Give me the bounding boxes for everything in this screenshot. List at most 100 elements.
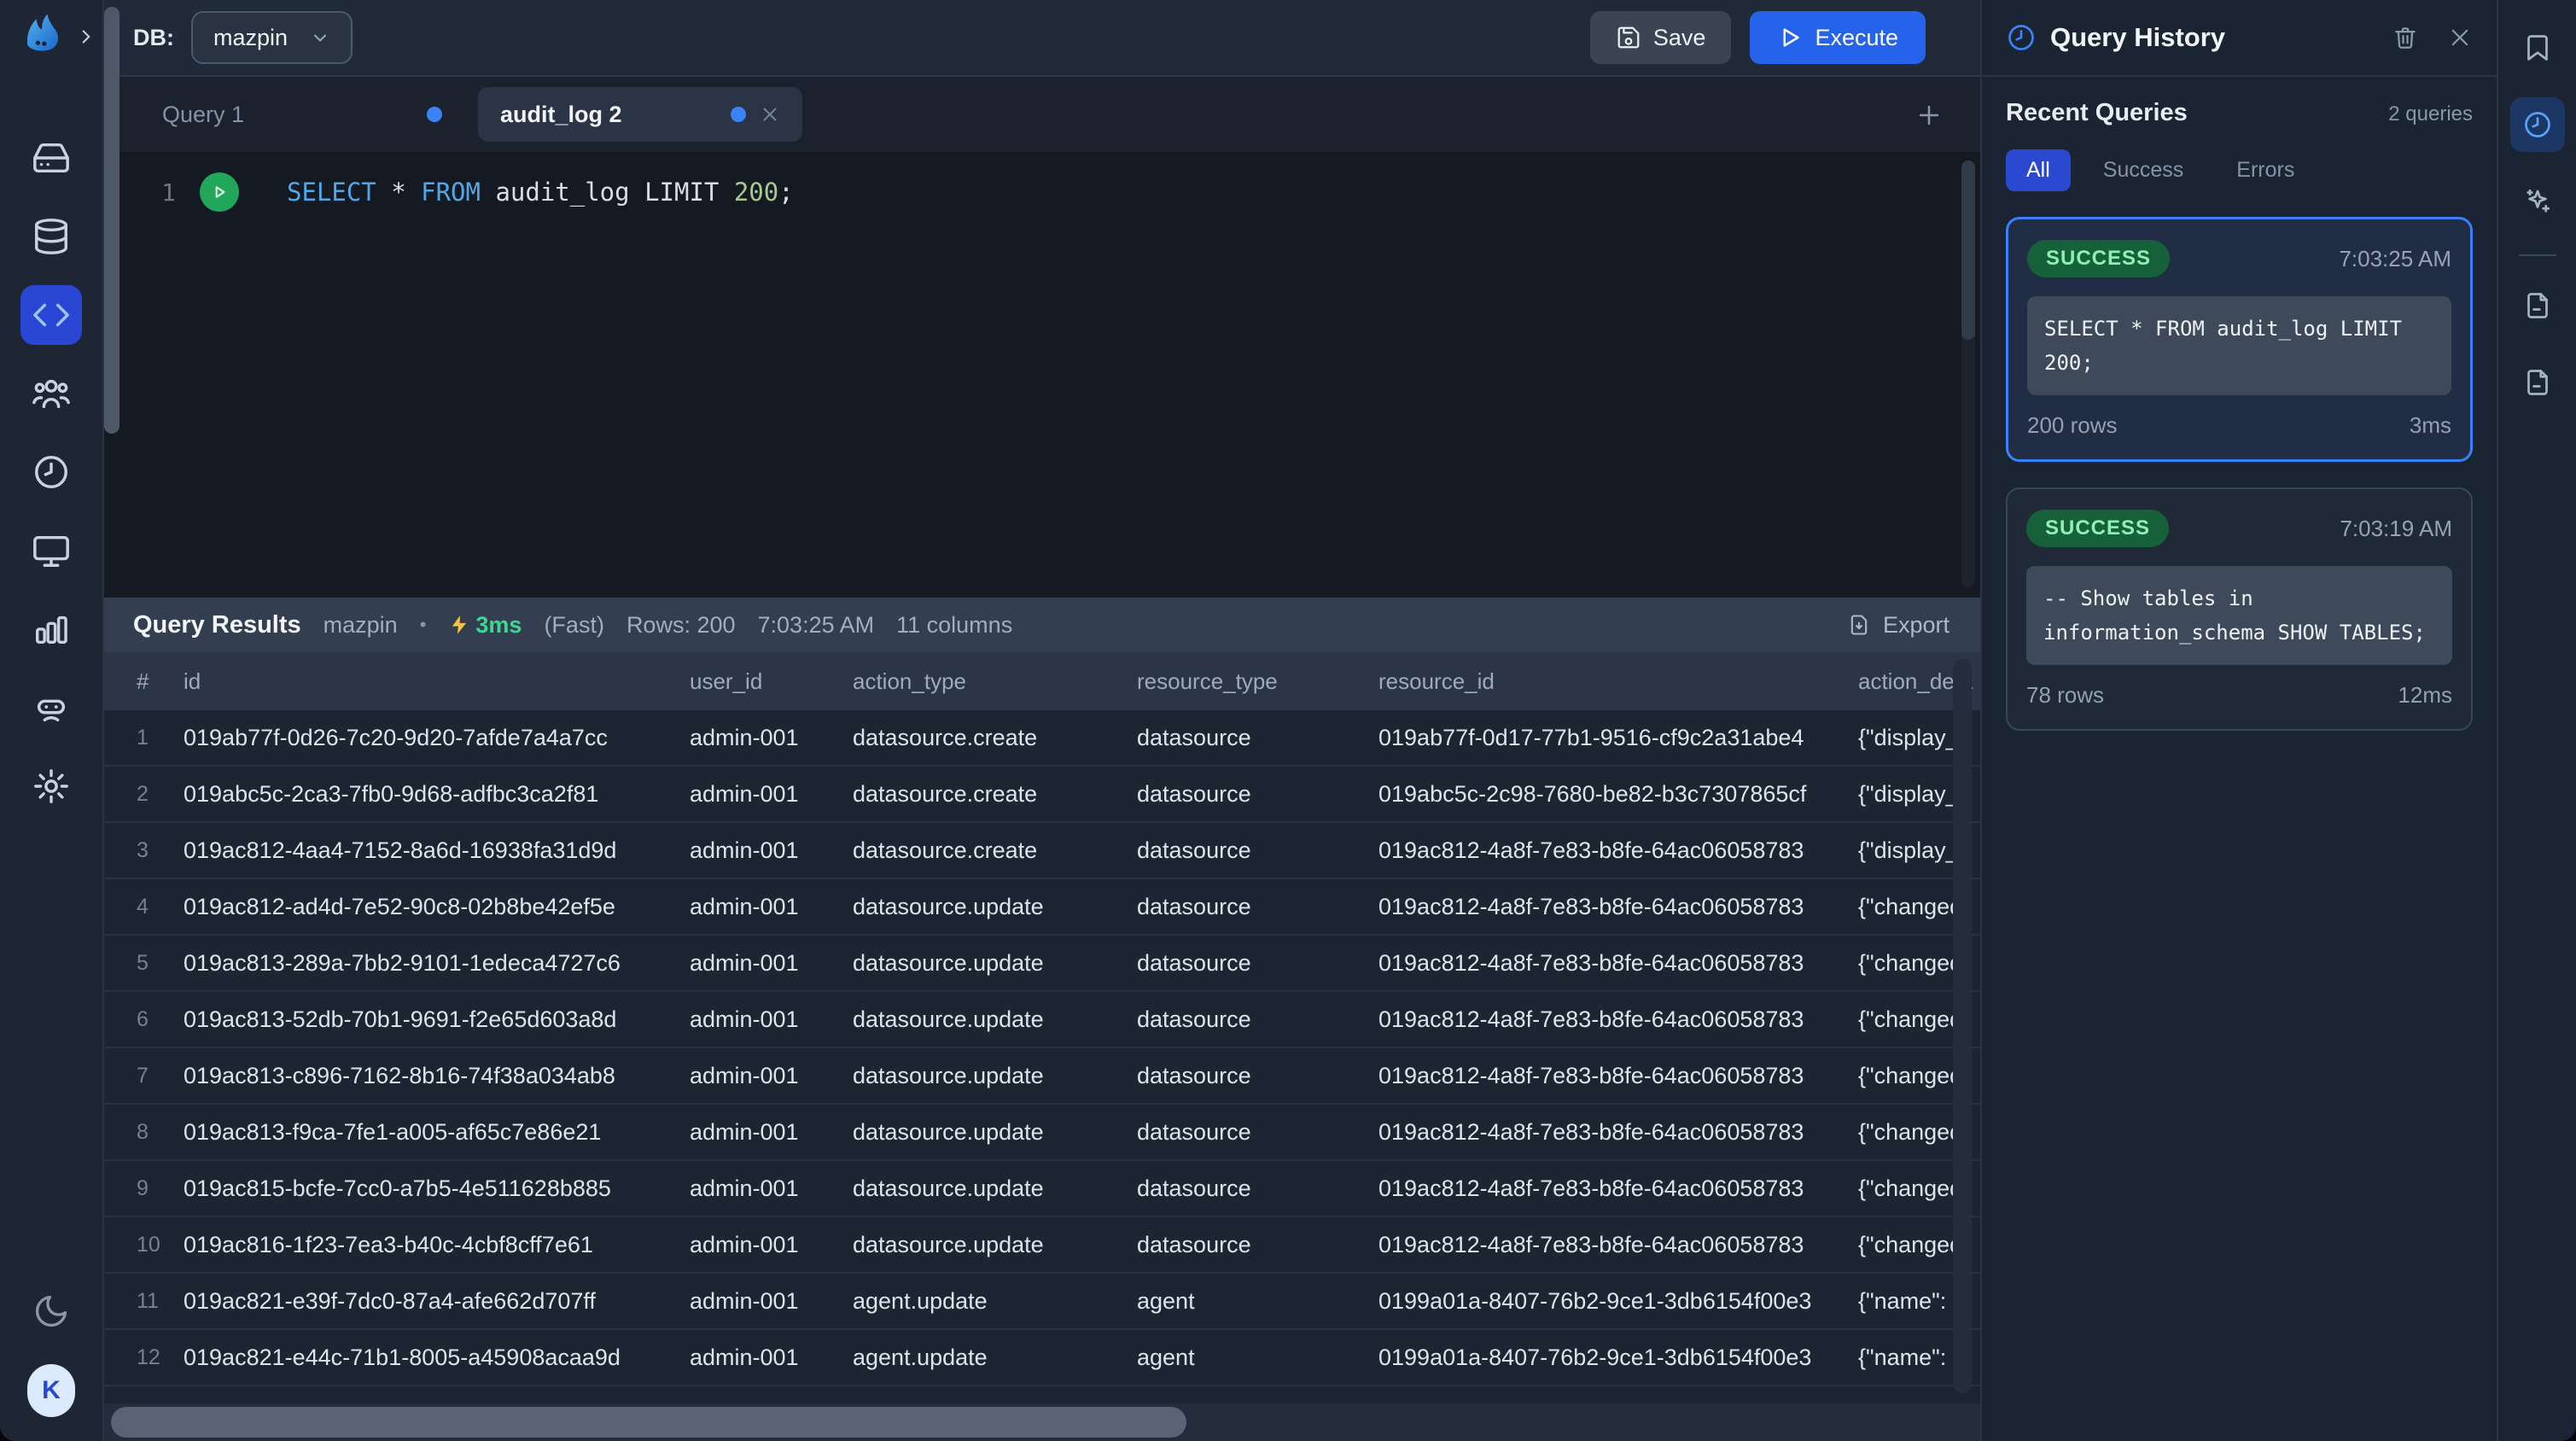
table-row[interactable]: 12019ac821-e44c-71b1-8005-a45908acaa9dad… — [102, 1330, 1980, 1386]
column-header[interactable]: id — [184, 668, 690, 695]
table-row[interactable]: 7019ac813-c896-7162-8b16-74f38a034ab8adm… — [102, 1048, 1980, 1105]
column-header[interactable]: resource_id — [1378, 668, 1858, 695]
rail-item-sparkles[interactable] — [2510, 174, 2565, 229]
topbar-actions: Save Execute — [1590, 11, 1949, 64]
save-button[interactable]: Save — [1590, 11, 1732, 64]
export-button[interactable]: Export — [1847, 612, 1949, 639]
sql-editor[interactable]: 1 SELECT * FROM audit_log LIMIT 200; — [102, 154, 1980, 598]
query-history-panel: Query History Recent Queries 2 queries A… — [1980, 0, 2497, 1441]
rail-item-file-text[interactable] — [2510, 278, 2565, 333]
history-card[interactable]: SUCCESS7:03:19 AM-- Show tables in infor… — [2006, 487, 2473, 731]
row-number: 4 — [137, 895, 184, 919]
history-card[interactable]: SUCCESS7:03:25 AMSELECT * FROM audit_log… — [2006, 217, 2473, 462]
table-row[interactable]: 13019ac821-e4b7-7041-bc05-926d2b0b3815ad… — [102, 1386, 1980, 1403]
table-row[interactable]: 5019ac813-289a-7bb2-9101-1edeca4727c6adm… — [102, 936, 1980, 992]
cell-resource-id: 019ac812-4a8f-7e83-b8fe-64ac06058783 — [1378, 894, 1858, 920]
table-row[interactable]: 10019ac816-1f23-7ea3-b40c-4cbf8cff7e61ad… — [102, 1217, 1980, 1274]
table-row[interactable]: 4019ac812-ad4d-7e52-90c8-02b8be42ef5eadm… — [102, 879, 1980, 936]
file-download-icon — [1847, 613, 1871, 637]
sidebar-item-clock[interactable] — [20, 442, 82, 502]
column-header[interactable]: user_id — [690, 668, 853, 695]
cell-resource-id: 019ac812-4a8f-7e83-b8fe-64ac06058783 — [1378, 1119, 1858, 1146]
cell-id: 019ab77f-0d26-7c20-9d20-7afde7a4a7cc — [184, 725, 690, 751]
scrollbar-thumb[interactable] — [1961, 160, 1975, 340]
cell-resource-id: 019ab77f-0d17-77b1-9516-cf9c2a31abe4 — [1378, 725, 1858, 751]
close-icon[interactable] — [760, 104, 780, 125]
table-row[interactable]: 11019ac821-e39f-7dc0-87a4-afe662d707ffad… — [102, 1274, 1980, 1330]
results-horizontal-scrollbar[interactable] — [102, 1403, 1980, 1441]
filter-success[interactable]: Success — [2083, 149, 2204, 191]
cell-action-type: datasource.update — [853, 1119, 1137, 1146]
cell-id: 019ac813-f9ca-7fe1-a005-af65c7e86e21 — [184, 1119, 690, 1146]
rail-item-clock[interactable] — [2510, 97, 2565, 152]
sql-code: SELECT * FROM audit_log LIMIT 200; — [287, 178, 794, 207]
save-label: Save — [1653, 25, 1706, 51]
sidebar-expand-icon[interactable] — [75, 26, 97, 48]
table-row[interactable]: 6019ac813-52db-70b1-9691-f2e65d603a8dadm… — [102, 992, 1980, 1048]
duration-value: 3ms — [475, 612, 522, 639]
execute-button[interactable]: Execute — [1750, 11, 1926, 64]
rail-item-bookmark[interactable] — [2510, 20, 2565, 75]
rail-item-file-text[interactable] — [2510, 355, 2565, 410]
query-time: 7:03:25 AM — [2339, 246, 2451, 272]
sidebar-item-code[interactable] — [20, 285, 82, 345]
run-line-button[interactable] — [200, 172, 239, 212]
cell-user-id: admin-001 — [690, 950, 853, 977]
cell-resource-type: datasource — [1137, 950, 1378, 977]
file-text-icon — [2522, 290, 2553, 321]
editor-scrollbar[interactable] — [1961, 160, 1975, 587]
avatar[interactable]: K — [27, 1364, 75, 1417]
moon-icon[interactable] — [32, 1292, 70, 1330]
table-row[interactable]: 3019ac812-4aa4-7152-8a6d-16938fa31d9dadm… — [102, 823, 1980, 879]
add-tab-button[interactable] — [1912, 98, 1946, 132]
table-row[interactable]: 8019ac813-f9ca-7fe1-a005-af65c7e86e21adm… — [102, 1105, 1980, 1161]
sidebar-item-hard-drive[interactable] — [20, 128, 82, 188]
column-header[interactable]: # — [137, 668, 184, 695]
card-footer: 78 rows12ms — [2026, 682, 2452, 709]
column-header[interactable]: action_type — [853, 668, 1137, 695]
sidebar-item-bot[interactable] — [20, 678, 82, 738]
table-row[interactable]: 9019ac815-bcfe-7cc0-a7b5-4e511628b885adm… — [102, 1161, 1980, 1217]
cell-resource-type: datasource — [1137, 894, 1378, 920]
trash-icon[interactable] — [2392, 25, 2418, 50]
tab-audit-log-2[interactable]: audit_log 2 — [478, 87, 802, 142]
results-db: mazpin — [323, 612, 398, 639]
executed-time: 7:03:25 AM — [758, 612, 875, 639]
sidebar-item-bar-chart[interactable] — [20, 599, 82, 659]
sidebar-item-monitor[interactable] — [20, 521, 82, 580]
status-badge: SUCCESS — [2026, 510, 2169, 547]
cell-action-type: datasource.update — [853, 1063, 1137, 1089]
cell-user-id: admin-001 — [690, 1176, 853, 1202]
close-icon[interactable] — [2447, 25, 2473, 50]
filter-all[interactable]: All — [2006, 149, 2071, 191]
sidebar-item-settings[interactable] — [20, 756, 82, 816]
database-icon — [32, 217, 71, 256]
cell-id: 019ac812-ad4d-7e52-90c8-02b8be42ef5e — [184, 894, 690, 920]
columns-count: 11 columns — [896, 612, 1012, 639]
scrollbar-thumb[interactable] — [104, 7, 119, 434]
main-area: DB: mazpin Save Execute Query 1 — [102, 0, 1980, 1441]
play-icon — [211, 184, 228, 201]
sidebar-item-database[interactable] — [20, 207, 82, 266]
unsaved-dot — [731, 107, 746, 122]
row-number: 5 — [137, 951, 184, 976]
cell-resource-id: 019ac812-4a8f-7e83-b8fe-64ac06058783 — [1378, 1006, 1858, 1033]
status-badge: SUCCESS — [2027, 240, 2170, 277]
left-sidebar: K — [0, 0, 104, 1441]
db-select[interactable]: mazpin — [191, 11, 353, 64]
results-vertical-scrollbar[interactable] — [1953, 659, 1972, 1393]
filter-errors[interactable]: Errors — [2216, 149, 2315, 191]
cell-action-type: datasource.update — [853, 1176, 1137, 1202]
scrollbar-thumb[interactable] — [111, 1407, 1186, 1438]
sidebar-item-users[interactable] — [20, 364, 82, 423]
sql-token-number: 200 — [734, 178, 778, 207]
row-number: 10 — [137, 1233, 184, 1257]
table-header: #iduser_idaction_typeresource_typeresour… — [102, 652, 1980, 710]
tab-query-1[interactable]: Query 1 — [140, 87, 464, 142]
table-row[interactable]: 2019abc5c-2ca3-7fb0-9d68-adfbc3ca2f81adm… — [102, 767, 1980, 823]
column-header[interactable]: resource_type — [1137, 668, 1378, 695]
db-select-value: mazpin — [213, 25, 288, 51]
cell-resource-type: datasource — [1137, 1119, 1378, 1146]
cell-action-type: datasource.update — [853, 950, 1137, 977]
table-row[interactable]: 1019ab77f-0d26-7c20-9d20-7afde7a4a7ccadm… — [102, 710, 1980, 767]
